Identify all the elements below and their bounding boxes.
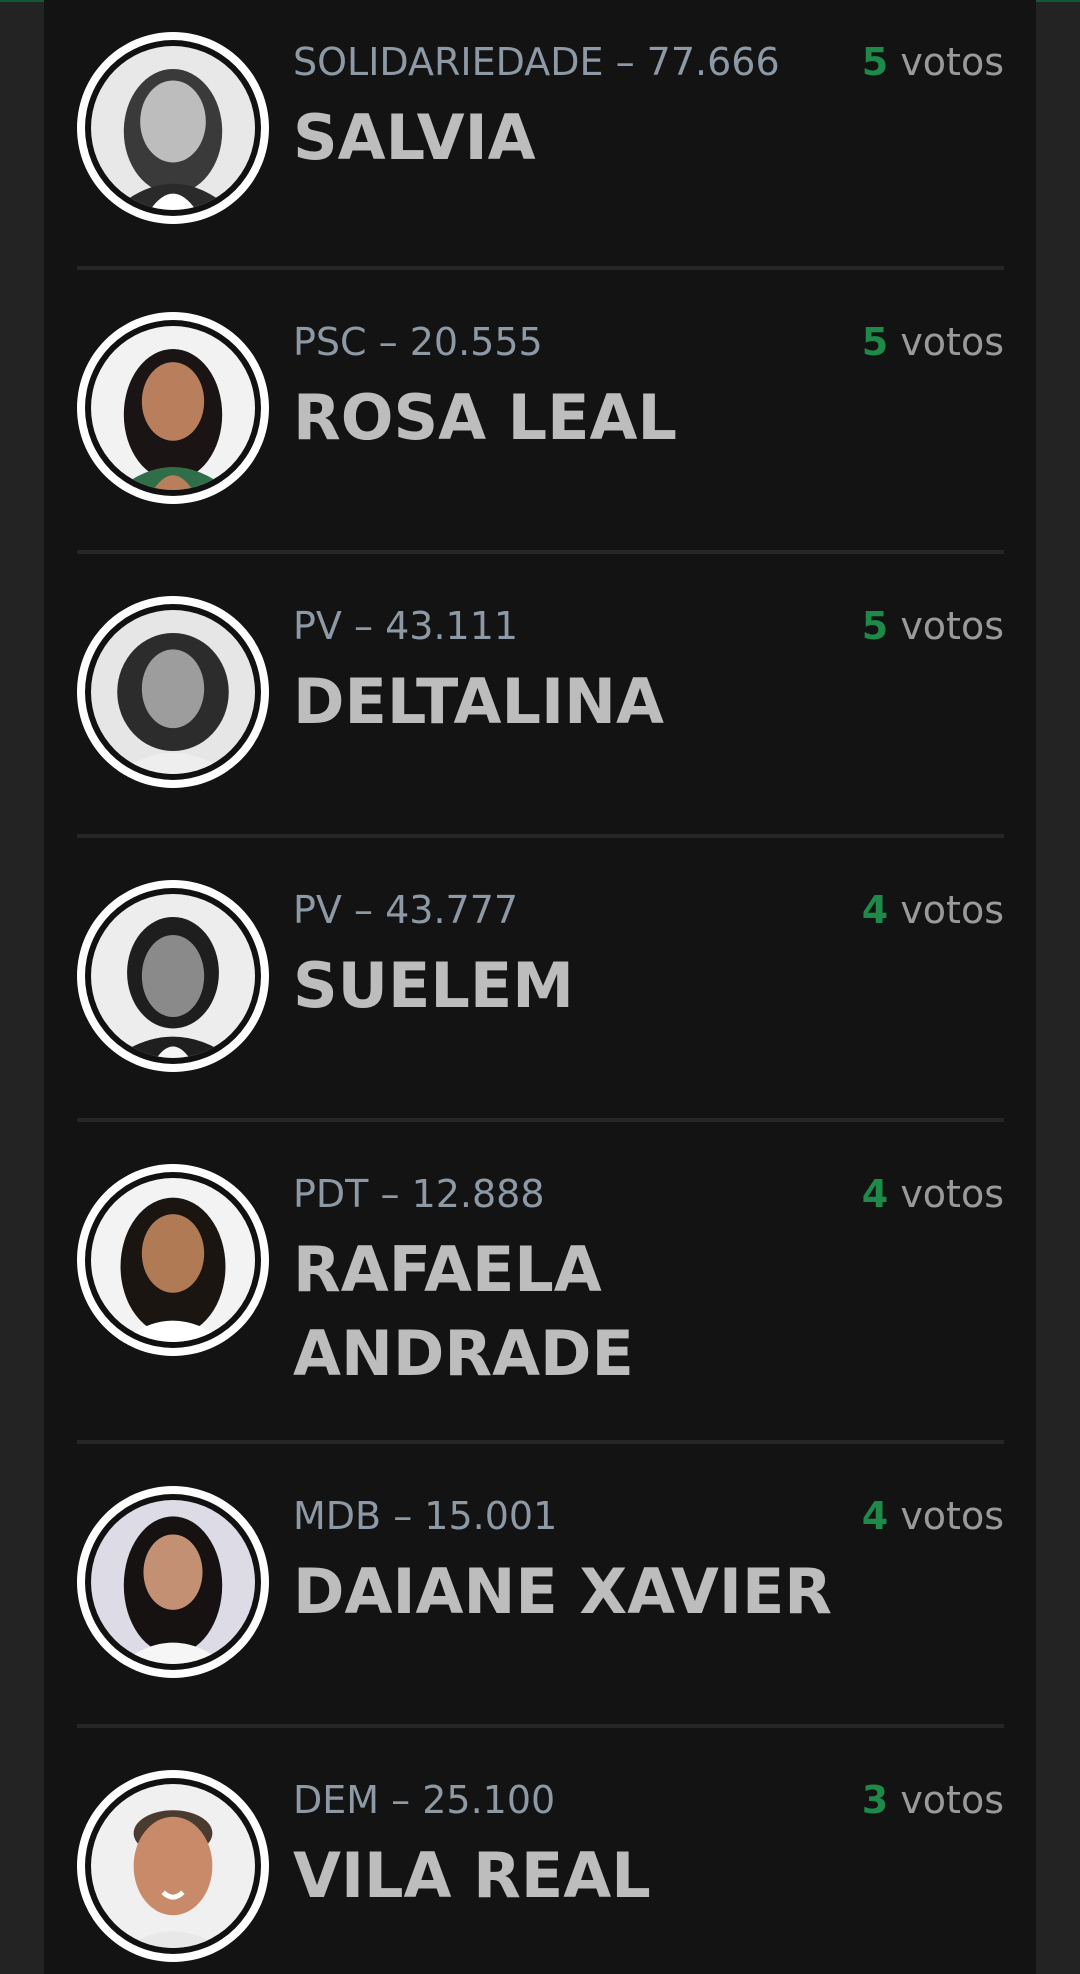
- votes-label: votos: [900, 888, 1004, 932]
- candidate-number: 43.111: [385, 604, 519, 648]
- vote-number: 4: [861, 1494, 889, 1538]
- vote-count: 4 votos: [862, 1172, 1004, 1216]
- woman-portrait-icon: [91, 326, 255, 490]
- woman-portrait-icon: [91, 1500, 255, 1664]
- votes-label: votos: [900, 1172, 1004, 1216]
- votes-label: votos: [900, 604, 1004, 648]
- vote-number: 5: [861, 40, 889, 84]
- party-label: SOLIDARIEDADE: [293, 40, 604, 84]
- candidate-row[interactable]: PSC – 20.555 5 votos ROSA LEAL: [77, 270, 1004, 554]
- candidate-row[interactable]: MDB – 15.001 4 votos DAIANE XAVIER: [77, 1444, 1004, 1728]
- candidate-row[interactable]: SOLIDARIEDADE – 77.666 5 votos SALVIA: [77, 0, 1004, 270]
- party-and-number: PV – 43.111: [293, 604, 519, 648]
- results-panel: SOLIDARIEDADE – 77.666 5 votos SALVIA PS…: [44, 0, 1036, 1974]
- vote-count: 5 votos: [862, 320, 1004, 364]
- candidate-photo: [77, 1770, 269, 1962]
- candidate-name: RAFAELA ANDRADE: [293, 1233, 634, 1390]
- candidate-number: 25.100: [422, 1778, 556, 1822]
- candidate-number: 20.555: [409, 320, 543, 364]
- vote-count: 4 votos: [862, 888, 1004, 932]
- votes-label: votos: [900, 1778, 1004, 1822]
- candidate-number: 15.001: [424, 1494, 558, 1538]
- candidate-photo: [77, 1164, 269, 1356]
- party-label: MDB: [293, 1494, 382, 1538]
- candidate-number: 43.777: [385, 888, 519, 932]
- woman-portrait-icon: [91, 894, 255, 1058]
- vote-count: 5 votos: [862, 604, 1004, 648]
- vote-number: 4: [861, 888, 889, 932]
- man-portrait-icon: [91, 1784, 255, 1948]
- party-and-number: MDB – 15.001: [293, 1494, 558, 1538]
- vote-number: 4: [861, 1172, 889, 1216]
- candidate-number: 12.888: [411, 1172, 545, 1216]
- candidate-photo: [77, 32, 269, 224]
- votes-label: votos: [900, 1494, 1004, 1538]
- candidate-photo: [77, 312, 269, 504]
- party-label: PSC: [293, 320, 367, 364]
- party-and-number: DEM – 25.100: [293, 1778, 556, 1822]
- woman-portrait-icon: [91, 1178, 255, 1342]
- candidate-name: DAIANE XAVIER: [293, 1555, 833, 1628]
- party-label: PV: [293, 888, 342, 932]
- candidate-name: ROSA LEAL: [293, 381, 678, 454]
- vote-count: 3 votos: [862, 1778, 1004, 1822]
- candidate-row[interactable]: PV – 43.777 4 votos SUELEM: [77, 838, 1004, 1122]
- candidate-photo: [77, 1486, 269, 1678]
- candidate-row[interactable]: DEM – 25.100 3 votos VILA REAL: [77, 1728, 1004, 1974]
- votes-label: votos: [900, 320, 1004, 364]
- candidate-name: DELTALINA: [293, 665, 664, 738]
- vote-count: 4 votos: [862, 1494, 1004, 1538]
- candidate-list: SOLIDARIEDADE – 77.666 5 votos SALVIA PS…: [77, 0, 1004, 1974]
- party-and-number: PDT – 12.888: [293, 1172, 545, 1216]
- woman-portrait-icon: [91, 610, 255, 774]
- party-and-number: PSC – 20.555: [293, 320, 543, 364]
- candidate-photo: [77, 596, 269, 788]
- woman-portrait-icon: [91, 46, 255, 210]
- candidate-name: SALVIA: [293, 101, 536, 174]
- vote-count: 5 votos: [862, 40, 1004, 84]
- vote-number: 3: [861, 1778, 889, 1822]
- candidate-name: SUELEM: [293, 949, 574, 1022]
- candidate-number: 77.666: [646, 40, 780, 84]
- vote-number: 5: [861, 320, 889, 364]
- candidate-name: VILA REAL: [293, 1839, 651, 1912]
- candidate-photo: [77, 880, 269, 1072]
- party-and-number: SOLIDARIEDADE – 77.666: [293, 40, 780, 84]
- party-label: PDT: [293, 1172, 369, 1216]
- candidate-row[interactable]: PV – 43.111 5 votos DELTALINA: [77, 554, 1004, 838]
- party-label: DEM: [293, 1778, 380, 1822]
- candidate-row[interactable]: PDT – 12.888 4 votos RAFAELA ANDRADE: [77, 1122, 1004, 1444]
- vote-number: 5: [861, 604, 889, 648]
- votes-label: votos: [900, 40, 1004, 84]
- party-label: PV: [293, 604, 342, 648]
- party-and-number: PV – 43.777: [293, 888, 519, 932]
- page: SOLIDARIEDADE – 77.666 5 votos SALVIA PS…: [0, 0, 1080, 1974]
